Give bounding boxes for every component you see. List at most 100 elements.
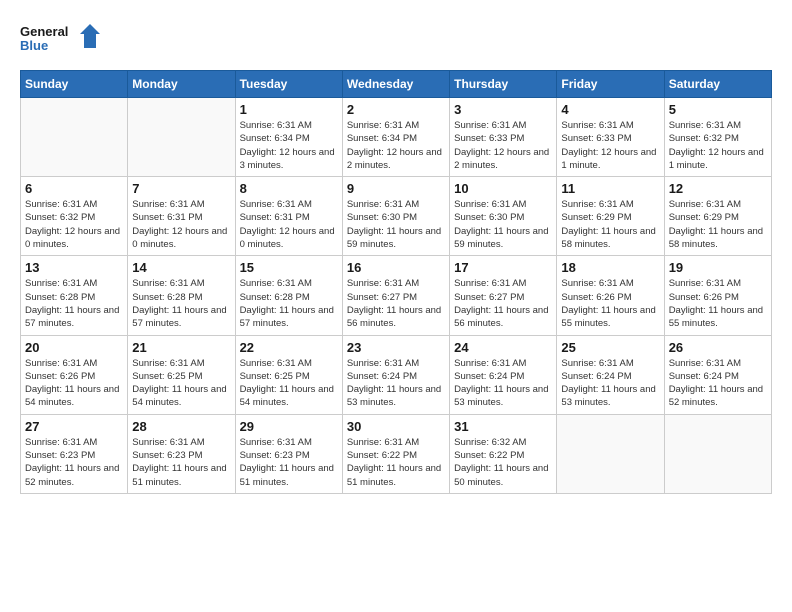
day-info: Sunrise: 6:31 AM Sunset: 6:27 PM Dayligh… bbox=[347, 277, 445, 330]
calendar-header-tuesday: Tuesday bbox=[235, 71, 342, 98]
calendar-week-row: 6 Sunrise: 6:31 AM Sunset: 6:32 PM Daylig… bbox=[21, 177, 772, 256]
day-info: Sunrise: 6:31 AM Sunset: 6:26 PM Dayligh… bbox=[25, 357, 123, 410]
calendar-cell: 19 Sunrise: 6:31 AM Sunset: 6:26 PM Dayli… bbox=[664, 256, 771, 335]
day-info: Sunrise: 6:31 AM Sunset: 6:24 PM Dayligh… bbox=[669, 357, 767, 410]
calendar-cell: 17Sunrise: 6:31 AM Sunset: 6:27 PM Dayli… bbox=[450, 256, 557, 335]
calendar-cell: 2 Sunrise: 6:31 AM Sunset: 6:34 PM Daylig… bbox=[342, 98, 449, 177]
day-info: Sunrise: 6:31 AM Sunset: 6:26 PM Dayligh… bbox=[561, 277, 659, 330]
calendar-cell: 12 Sunrise: 6:31 AM Sunset: 6:29 PM Dayli… bbox=[664, 177, 771, 256]
day-info: Sunrise: 6:31 AM Sunset: 6:34 PM Dayligh… bbox=[240, 119, 338, 172]
calendar-cell: 14 Sunrise: 6:31 AM Sunset: 6:28 PM Dayli… bbox=[128, 256, 235, 335]
day-number: 14 bbox=[132, 260, 230, 275]
calendar-cell: 22 Sunrise: 6:31 AM Sunset: 6:25 PM Dayli… bbox=[235, 335, 342, 414]
calendar-cell: 7Sunrise: 6:31 AM Sunset: 6:31 PM Daylig… bbox=[128, 177, 235, 256]
day-info: Sunrise: 6:31 AM Sunset: 6:24 PM Dayligh… bbox=[347, 357, 445, 410]
day-info: Sunrise: 6:31 AM Sunset: 6:29 PM Dayligh… bbox=[669, 198, 767, 251]
day-info: Sunrise: 6:31 AM Sunset: 6:34 PM Dayligh… bbox=[347, 119, 445, 172]
day-number: 22 bbox=[240, 340, 338, 355]
svg-text:Blue: Blue bbox=[20, 38, 48, 53]
calendar-week-row: 20Sunrise: 6:31 AM Sunset: 6:26 PM Dayli… bbox=[21, 335, 772, 414]
day-info: Sunrise: 6:31 AM Sunset: 6:33 PM Dayligh… bbox=[454, 119, 552, 172]
svg-text:General: General bbox=[20, 24, 68, 39]
calendar-cell: 8Sunrise: 6:31 AM Sunset: 6:31 PM Daylig… bbox=[235, 177, 342, 256]
calendar-cell: 29 Sunrise: 6:31 AM Sunset: 6:23 PM Dayli… bbox=[235, 414, 342, 493]
day-info: Sunrise: 6:31 AM Sunset: 6:29 PM Dayligh… bbox=[561, 198, 659, 251]
day-info: Sunrise: 6:31 AM Sunset: 6:28 PM Dayligh… bbox=[240, 277, 338, 330]
calendar-cell: 15 Sunrise: 6:31 AM Sunset: 6:28 PM Dayli… bbox=[235, 256, 342, 335]
day-number: 24 bbox=[454, 340, 552, 355]
day-number: 12 bbox=[669, 181, 767, 196]
calendar-header-friday: Friday bbox=[557, 71, 664, 98]
calendar-header-thursday: Thursday bbox=[450, 71, 557, 98]
calendar: SundayMondayTuesdayWednesdayThursdayFrid… bbox=[20, 70, 772, 494]
calendar-cell: 4 Sunrise: 6:31 AM Sunset: 6:33 PM Daylig… bbox=[557, 98, 664, 177]
day-info: Sunrise: 6:31 AM Sunset: 6:30 PM Dayligh… bbox=[347, 198, 445, 251]
calendar-cell: 27Sunrise: 6:31 AM Sunset: 6:23 PM Dayli… bbox=[21, 414, 128, 493]
calendar-cell: 10 Sunrise: 6:31 AM Sunset: 6:30 PM Dayli… bbox=[450, 177, 557, 256]
page-header: General Blue bbox=[20, 20, 772, 60]
day-info: Sunrise: 6:31 AM Sunset: 6:28 PM Dayligh… bbox=[25, 277, 123, 330]
day-number: 7 bbox=[132, 181, 230, 196]
day-number: 26 bbox=[669, 340, 767, 355]
day-info: Sunrise: 6:31 AM Sunset: 6:32 PM Dayligh… bbox=[25, 198, 123, 251]
calendar-cell: 28 Sunrise: 6:31 AM Sunset: 6:23 PM Dayli… bbox=[128, 414, 235, 493]
calendar-cell: 23Sunrise: 6:31 AM Sunset: 6:24 PM Dayli… bbox=[342, 335, 449, 414]
calendar-cell: 18 Sunrise: 6:31 AM Sunset: 6:26 PM Dayli… bbox=[557, 256, 664, 335]
day-number: 18 bbox=[561, 260, 659, 275]
day-info: Sunrise: 6:31 AM Sunset: 6:23 PM Dayligh… bbox=[240, 436, 338, 489]
day-number: 2 bbox=[347, 102, 445, 117]
day-info: Sunrise: 6:31 AM Sunset: 6:28 PM Dayligh… bbox=[132, 277, 230, 330]
day-number: 31 bbox=[454, 419, 552, 434]
calendar-cell: 5Sunrise: 6:31 AM Sunset: 6:32 PM Daylig… bbox=[664, 98, 771, 177]
day-number: 3 bbox=[454, 102, 552, 117]
day-number: 16 bbox=[347, 260, 445, 275]
day-number: 15 bbox=[240, 260, 338, 275]
day-info: Sunrise: 6:31 AM Sunset: 6:22 PM Dayligh… bbox=[347, 436, 445, 489]
calendar-cell: 13 Sunrise: 6:31 AM Sunset: 6:28 PM Dayli… bbox=[21, 256, 128, 335]
day-info: Sunrise: 6:31 AM Sunset: 6:32 PM Dayligh… bbox=[669, 119, 767, 172]
calendar-week-row: 1 Sunrise: 6:31 AM Sunset: 6:34 PM Daylig… bbox=[21, 98, 772, 177]
day-number: 13 bbox=[25, 260, 123, 275]
calendar-cell: 6 Sunrise: 6:31 AM Sunset: 6:32 PM Daylig… bbox=[21, 177, 128, 256]
day-info: Sunrise: 6:31 AM Sunset: 6:33 PM Dayligh… bbox=[561, 119, 659, 172]
day-info: Sunrise: 6:31 AM Sunset: 6:26 PM Dayligh… bbox=[669, 277, 767, 330]
calendar-cell bbox=[128, 98, 235, 177]
calendar-cell bbox=[557, 414, 664, 493]
calendar-header-monday: Monday bbox=[128, 71, 235, 98]
day-number: 6 bbox=[25, 181, 123, 196]
day-info: Sunrise: 6:32 AM Sunset: 6:22 PM Dayligh… bbox=[454, 436, 552, 489]
calendar-header-wednesday: Wednesday bbox=[342, 71, 449, 98]
calendar-cell: 3 Sunrise: 6:31 AM Sunset: 6:33 PM Daylig… bbox=[450, 98, 557, 177]
calendar-week-row: 27 Sunrise: 6:31 AM Sunset: 6:23 PM Dayli… bbox=[21, 414, 772, 493]
day-number: 10 bbox=[454, 181, 552, 196]
day-number: 19 bbox=[669, 260, 767, 275]
day-number: 11 bbox=[561, 181, 659, 196]
day-info: Sunrise: 6:31 AM Sunset: 6:23 PM Dayligh… bbox=[132, 436, 230, 489]
calendar-cell: 16 Sunrise: 6:31 AM Sunset: 6:27 PM Dayli… bbox=[342, 256, 449, 335]
day-number: 25 bbox=[561, 340, 659, 355]
calendar-header-sunday: Sunday bbox=[21, 71, 128, 98]
day-number: 9 bbox=[347, 181, 445, 196]
day-number: 27 bbox=[25, 419, 123, 434]
calendar-cell: 9 Sunrise: 6:31 AM Sunset: 6:30 PM Daylig… bbox=[342, 177, 449, 256]
day-info: Sunrise: 6:31 AM Sunset: 6:24 PM Dayligh… bbox=[454, 357, 552, 410]
day-number: 29 bbox=[240, 419, 338, 434]
day-info: Sunrise: 6:31 AM Sunset: 6:25 PM Dayligh… bbox=[240, 357, 338, 410]
day-number: 1 bbox=[240, 102, 338, 117]
day-info: Sunrise: 6:31 AM Sunset: 6:31 PM Dayligh… bbox=[240, 198, 338, 251]
calendar-header-saturday: Saturday bbox=[664, 71, 771, 98]
logo-icon: General Blue bbox=[20, 20, 100, 60]
day-number: 28 bbox=[132, 419, 230, 434]
day-number: 17 bbox=[454, 260, 552, 275]
calendar-cell bbox=[664, 414, 771, 493]
calendar-header-row: SundayMondayTuesdayWednesdayThursdayFrid… bbox=[21, 71, 772, 98]
calendar-cell: 31 Sunrise: 6:32 AM Sunset: 6:22 PM Dayli… bbox=[450, 414, 557, 493]
calendar-cell: 11 Sunrise: 6:31 AM Sunset: 6:29 PM Dayli… bbox=[557, 177, 664, 256]
calendar-cell: 20Sunrise: 6:31 AM Sunset: 6:26 PM Dayli… bbox=[21, 335, 128, 414]
calendar-week-row: 13 Sunrise: 6:31 AM Sunset: 6:28 PM Dayli… bbox=[21, 256, 772, 335]
calendar-cell: 25Sunrise: 6:31 AM Sunset: 6:24 PM Dayli… bbox=[557, 335, 664, 414]
day-number: 4 bbox=[561, 102, 659, 117]
calendar-cell: 26 Sunrise: 6:31 AM Sunset: 6:24 PM Dayli… bbox=[664, 335, 771, 414]
day-info: Sunrise: 6:31 AM Sunset: 6:30 PM Dayligh… bbox=[454, 198, 552, 251]
day-number: 21 bbox=[132, 340, 230, 355]
